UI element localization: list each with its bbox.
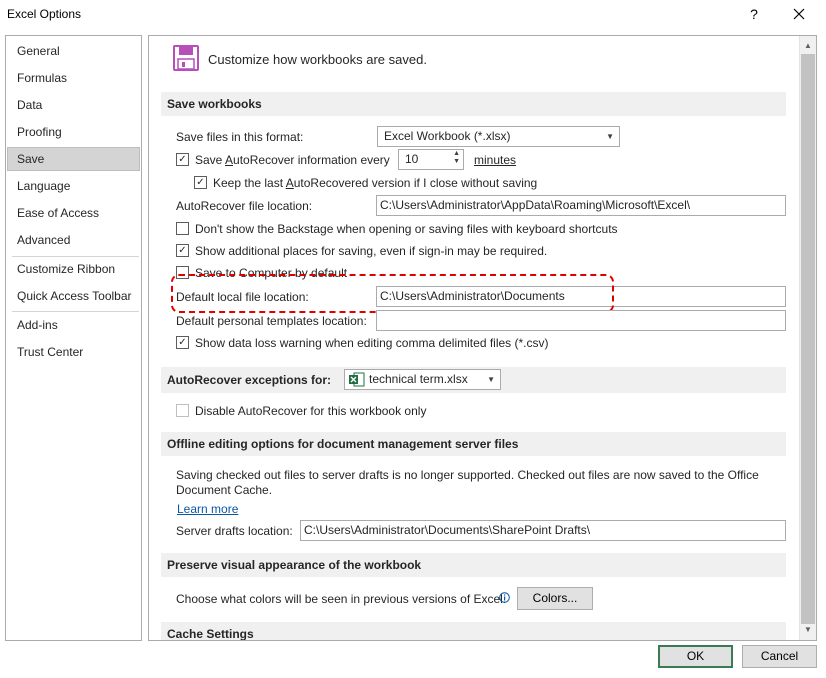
- data-loss-label: Show data loss warning when editing comm…: [195, 336, 549, 350]
- data-loss-checkbox[interactable]: ✓: [176, 336, 189, 349]
- autorecover-workbook-dropdown[interactable]: technical term.xlsx ▼: [344, 369, 501, 390]
- excel-file-icon: [349, 372, 365, 387]
- save-format-value: Excel Workbook (*.xlsx): [384, 129, 511, 143]
- page-title: Customize how workbooks are saved.: [208, 52, 427, 67]
- disable-autorecover-checkbox[interactable]: [176, 404, 189, 417]
- window-title: Excel Options: [7, 7, 82, 21]
- sidebar-item-ease-of-access[interactable]: Ease of Access: [7, 201, 140, 225]
- chevron-down-icon: ▼: [606, 132, 614, 141]
- section-cache-settings: Cache Settings: [161, 622, 786, 640]
- additional-places-label: Show additional places for saving, even …: [195, 244, 548, 258]
- backstage-checkbox[interactable]: [176, 222, 189, 235]
- sidebar-item-advanced[interactable]: Advanced: [7, 228, 140, 252]
- sidebar-item-save[interactable]: Save: [7, 147, 140, 171]
- section-offline-editing: Offline editing options for document man…: [161, 432, 786, 456]
- highlight-annotation: [171, 274, 614, 313]
- colors-button[interactable]: Colors...: [517, 587, 593, 610]
- templates-location-label: Default personal templates location:: [176, 314, 367, 328]
- options-sidebar: General Formulas Data Proofing Save Lang…: [5, 35, 142, 641]
- sidebar-item-formulas[interactable]: Formulas: [7, 66, 140, 90]
- learn-more-link[interactable]: Learn more: [177, 502, 238, 516]
- autorecover-checkbox[interactable]: ✓: [176, 153, 189, 166]
- sidebar-item-customize-ribbon[interactable]: Customize Ribbon: [7, 257, 140, 281]
- chevron-down-icon: ▼: [487, 375, 495, 384]
- additional-places-checkbox[interactable]: ✓: [176, 244, 189, 257]
- autorecover-location-label: AutoRecover file location:: [176, 199, 313, 213]
- sidebar-divider: [12, 311, 139, 312]
- offline-description-line2: Document Cache.: [176, 483, 273, 497]
- autorecover-minutes-spinner[interactable]: 10 ▲ ▼: [398, 149, 464, 170]
- main-scrollbar[interactable]: ▲ ▼: [799, 36, 816, 640]
- save-format-label: Save files in this format:: [176, 130, 304, 144]
- sidebar-item-general[interactable]: General: [7, 39, 140, 63]
- autorecover-workbook-value: technical term.xlsx: [369, 372, 468, 386]
- templates-location-input[interactable]: [376, 310, 786, 331]
- section-save-workbooks: Save workbooks: [161, 92, 786, 116]
- info-icon[interactable]: [499, 592, 510, 603]
- section-preserve-visual: Preserve visual appearance of the workbo…: [161, 553, 786, 577]
- sidebar-item-language[interactable]: Language: [7, 174, 140, 198]
- sidebar-item-proofing[interactable]: Proofing: [7, 120, 140, 144]
- sidebar-item-data[interactable]: Data: [7, 93, 140, 117]
- help-button[interactable]: ?: [744, 4, 764, 24]
- colors-label: Choose what colors will be seen in previ…: [176, 592, 507, 606]
- ok-button[interactable]: OK: [658, 645, 733, 668]
- server-drafts-label: Server drafts location:: [176, 524, 293, 538]
- sidebar-item-add-ins[interactable]: Add-ins: [7, 313, 140, 337]
- close-icon: [793, 8, 805, 20]
- save-options-panel: Customize how workbooks are saved. Save …: [148, 35, 817, 641]
- sidebar-item-quick-access-toolbar[interactable]: Quick Access Toolbar: [7, 284, 140, 308]
- autorecover-exceptions-title: AutoRecover exceptions for:: [167, 373, 332, 387]
- scroll-down-icon[interactable]: ▼: [800, 622, 816, 638]
- scroll-up-icon[interactable]: ▲: [800, 38, 816, 54]
- disable-autorecover-label: Disable AutoRecover for this workbook on…: [195, 404, 427, 418]
- scroll-thumb[interactable]: [801, 54, 815, 624]
- keep-last-label: Keep the last AutoRecovered version if I…: [213, 176, 538, 190]
- sidebar-item-trust-center[interactable]: Trust Center: [7, 340, 140, 364]
- autorecover-minutes-value: 10: [405, 152, 419, 166]
- save-floppy-icon: [173, 45, 199, 71]
- title-bar: Excel Options ?: [0, 0, 826, 30]
- cancel-button[interactable]: Cancel: [742, 645, 817, 668]
- spinner-arrows-icon[interactable]: ▲ ▼: [453, 150, 460, 166]
- close-button[interactable]: [788, 4, 810, 24]
- save-format-dropdown[interactable]: Excel Workbook (*.xlsx) ▼: [377, 126, 620, 147]
- autorecover-location-input[interactable]: C:\Users\Administrator\AppData\Roaming\M…: [376, 195, 786, 216]
- minutes-label: minutes: [474, 153, 517, 167]
- server-drafts-input[interactable]: C:\Users\Administrator\Documents\SharePo…: [300, 520, 786, 541]
- keep-last-checkbox[interactable]: ✓: [194, 176, 207, 189]
- autorecover-label: Save AutoRecover information every: [195, 153, 390, 167]
- offline-description-line1: Saving checked out files to server draft…: [176, 468, 759, 482]
- backstage-label: Don't show the Backstage when opening or…: [195, 222, 618, 236]
